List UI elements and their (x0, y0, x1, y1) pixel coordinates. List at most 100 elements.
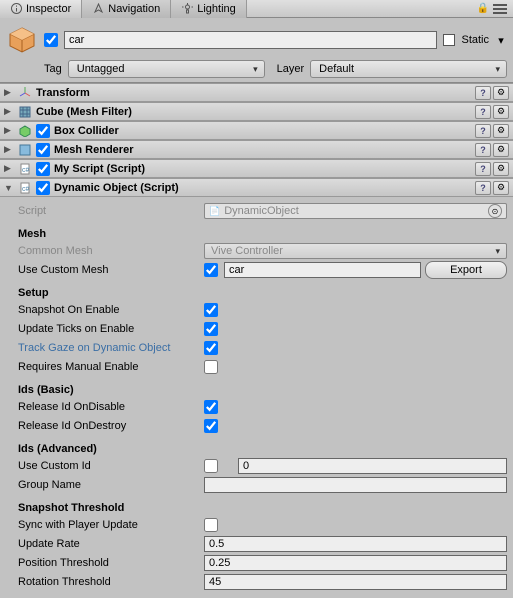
requires-manual-checkbox[interactable] (204, 360, 218, 374)
static-dropdown-icon[interactable]: ▾ (495, 34, 507, 47)
foldout-icon[interactable]: ▶ (4, 125, 14, 136)
tag-label: Tag (44, 63, 62, 75)
lock-icon[interactable]: 🔒 (477, 3, 489, 14)
section-snapshot-threshold: Snapshot Threshold (18, 502, 507, 514)
help-button[interactable]: ? (475, 86, 491, 100)
release-destroy-checkbox[interactable] (204, 419, 218, 433)
mesh-filter-icon (18, 105, 32, 119)
rotation-threshold-input[interactable] (204, 574, 507, 590)
component-title: My Script (Script) (54, 163, 471, 175)
position-threshold-input[interactable] (204, 555, 507, 571)
script-field[interactable]: 📄 DynamicObject ⊙ (204, 203, 507, 219)
svg-text:c#: c# (22, 186, 30, 193)
gear-button[interactable]: ⚙ (493, 86, 509, 100)
tab-inspector[interactable]: Inspector (0, 0, 82, 18)
requires-manual-label: Requires Manual Enable (18, 361, 204, 373)
box-collider-icon (18, 124, 32, 138)
common-mesh-label: Common Mesh (18, 245, 204, 257)
component-box-collider: ▶ Box Collider ?⚙ (0, 121, 513, 140)
gear-button[interactable]: ⚙ (493, 124, 509, 138)
layer-value: Default (319, 63, 354, 75)
use-custom-mesh-label: Use Custom Mesh (18, 264, 204, 276)
custom-id-input[interactable] (238, 458, 507, 474)
section-setup: Setup (18, 287, 507, 299)
chevron-down-icon: ▾ (495, 246, 500, 257)
component-enable-checkbox[interactable] (36, 143, 50, 157)
chevron-down-icon: ▾ (495, 64, 500, 75)
object-picker-icon[interactable]: ⊙ (488, 204, 502, 218)
layer-dropdown[interactable]: Default ▾ (310, 60, 507, 78)
inspector-tabs: Inspector Navigation Lighting 🔒 (0, 0, 513, 18)
tag-dropdown[interactable]: Untagged ▾ (68, 60, 265, 78)
gameobject-header: Static ▾ Tag Untagged ▾ Layer Default ▾ (0, 18, 513, 83)
section-ids-advanced: Ids (Advanced) (18, 443, 507, 455)
component-title: Box Collider (54, 125, 471, 137)
tab-lighting[interactable]: Lighting (171, 0, 247, 18)
sync-label: Sync with Player Update (18, 519, 204, 531)
mesh-name-input[interactable] (224, 262, 421, 278)
export-button[interactable]: Export (425, 261, 507, 279)
chevron-down-icon: ▾ (253, 64, 258, 75)
help-button[interactable]: ? (475, 181, 491, 195)
component-title: Dynamic Object (Script) (54, 182, 471, 194)
snapshot-on-enable-label: Snapshot On Enable (18, 304, 204, 316)
script-mini-icon: 📄 (209, 206, 220, 217)
use-custom-id-checkbox[interactable] (204, 459, 218, 473)
foldout-icon[interactable]: ▶ (4, 106, 14, 117)
help-button[interactable]: ? (475, 124, 491, 138)
use-custom-id-label: Use Custom Id (18, 460, 204, 472)
use-custom-mesh-checkbox[interactable] (204, 263, 218, 277)
section-ids-basic: Ids (Basic) (18, 384, 507, 396)
component-enable-checkbox[interactable] (36, 181, 50, 195)
tab-navigation[interactable]: Navigation (82, 0, 171, 18)
common-mesh-dropdown[interactable]: Vive Controller ▾ (204, 243, 507, 259)
transform-icon (18, 86, 32, 100)
help-button[interactable]: ? (475, 162, 491, 176)
active-checkbox[interactable] (44, 33, 58, 47)
update-ticks-checkbox[interactable] (204, 322, 218, 336)
gear-button[interactable]: ⚙ (493, 143, 509, 157)
component-enable-checkbox[interactable] (36, 124, 50, 138)
release-disable-checkbox[interactable] (204, 400, 218, 414)
svg-text:c#: c# (22, 167, 30, 174)
group-name-input[interactable] (204, 477, 507, 493)
script-label: Script (18, 205, 204, 217)
foldout-icon[interactable]: ▶ (4, 163, 14, 174)
component-dynamic-object: ▼ c# Dynamic Object (Script) ?⚙ Script 📄… (0, 178, 513, 598)
position-threshold-label: Position Threshold (18, 557, 204, 569)
component-mesh-renderer: ▶ Mesh Renderer ?⚙ (0, 140, 513, 159)
navigation-icon (92, 3, 104, 15)
foldout-icon[interactable]: ▼ (4, 183, 14, 193)
sync-checkbox[interactable] (204, 518, 218, 532)
tab-label: Inspector (26, 3, 71, 15)
snapshot-on-enable-checkbox[interactable] (204, 303, 218, 317)
layer-label: Layer (277, 63, 305, 75)
foldout-icon[interactable]: ▶ (4, 87, 14, 98)
component-my-script: ▶ c# My Script (Script) ?⚙ (0, 159, 513, 178)
help-button[interactable]: ? (475, 105, 491, 119)
static-checkbox[interactable] (443, 34, 455, 46)
component-enable-checkbox[interactable] (36, 162, 50, 176)
update-rate-input[interactable] (204, 536, 507, 552)
context-menu-icon[interactable] (493, 4, 507, 14)
foldout-icon[interactable]: ▶ (4, 144, 14, 155)
track-gaze-checkbox[interactable] (204, 341, 218, 355)
update-ticks-label: Update Ticks on Enable (18, 323, 204, 335)
release-destroy-label: Release Id OnDestroy (18, 420, 204, 432)
static-label: Static (461, 34, 489, 46)
track-gaze-label: Track Gaze on Dynamic Object (18, 342, 204, 354)
component-title: Cube (Mesh Filter) (36, 106, 471, 118)
gear-button[interactable]: ⚙ (493, 105, 509, 119)
component-title: Mesh Renderer (54, 144, 471, 156)
tab-label: Navigation (108, 3, 160, 15)
script-icon: c# (18, 162, 32, 176)
section-mesh: Mesh (18, 228, 507, 240)
script-icon: c# (18, 181, 32, 195)
info-icon (10, 3, 22, 15)
component-transform: ▶ Transform ?⚙ (0, 83, 513, 102)
gear-button[interactable]: ⚙ (493, 162, 509, 176)
help-button[interactable]: ? (475, 143, 491, 157)
gameobject-name-input[interactable] (64, 31, 437, 49)
rotation-threshold-label: Rotation Threshold (18, 576, 204, 588)
gear-button[interactable]: ⚙ (493, 181, 509, 195)
